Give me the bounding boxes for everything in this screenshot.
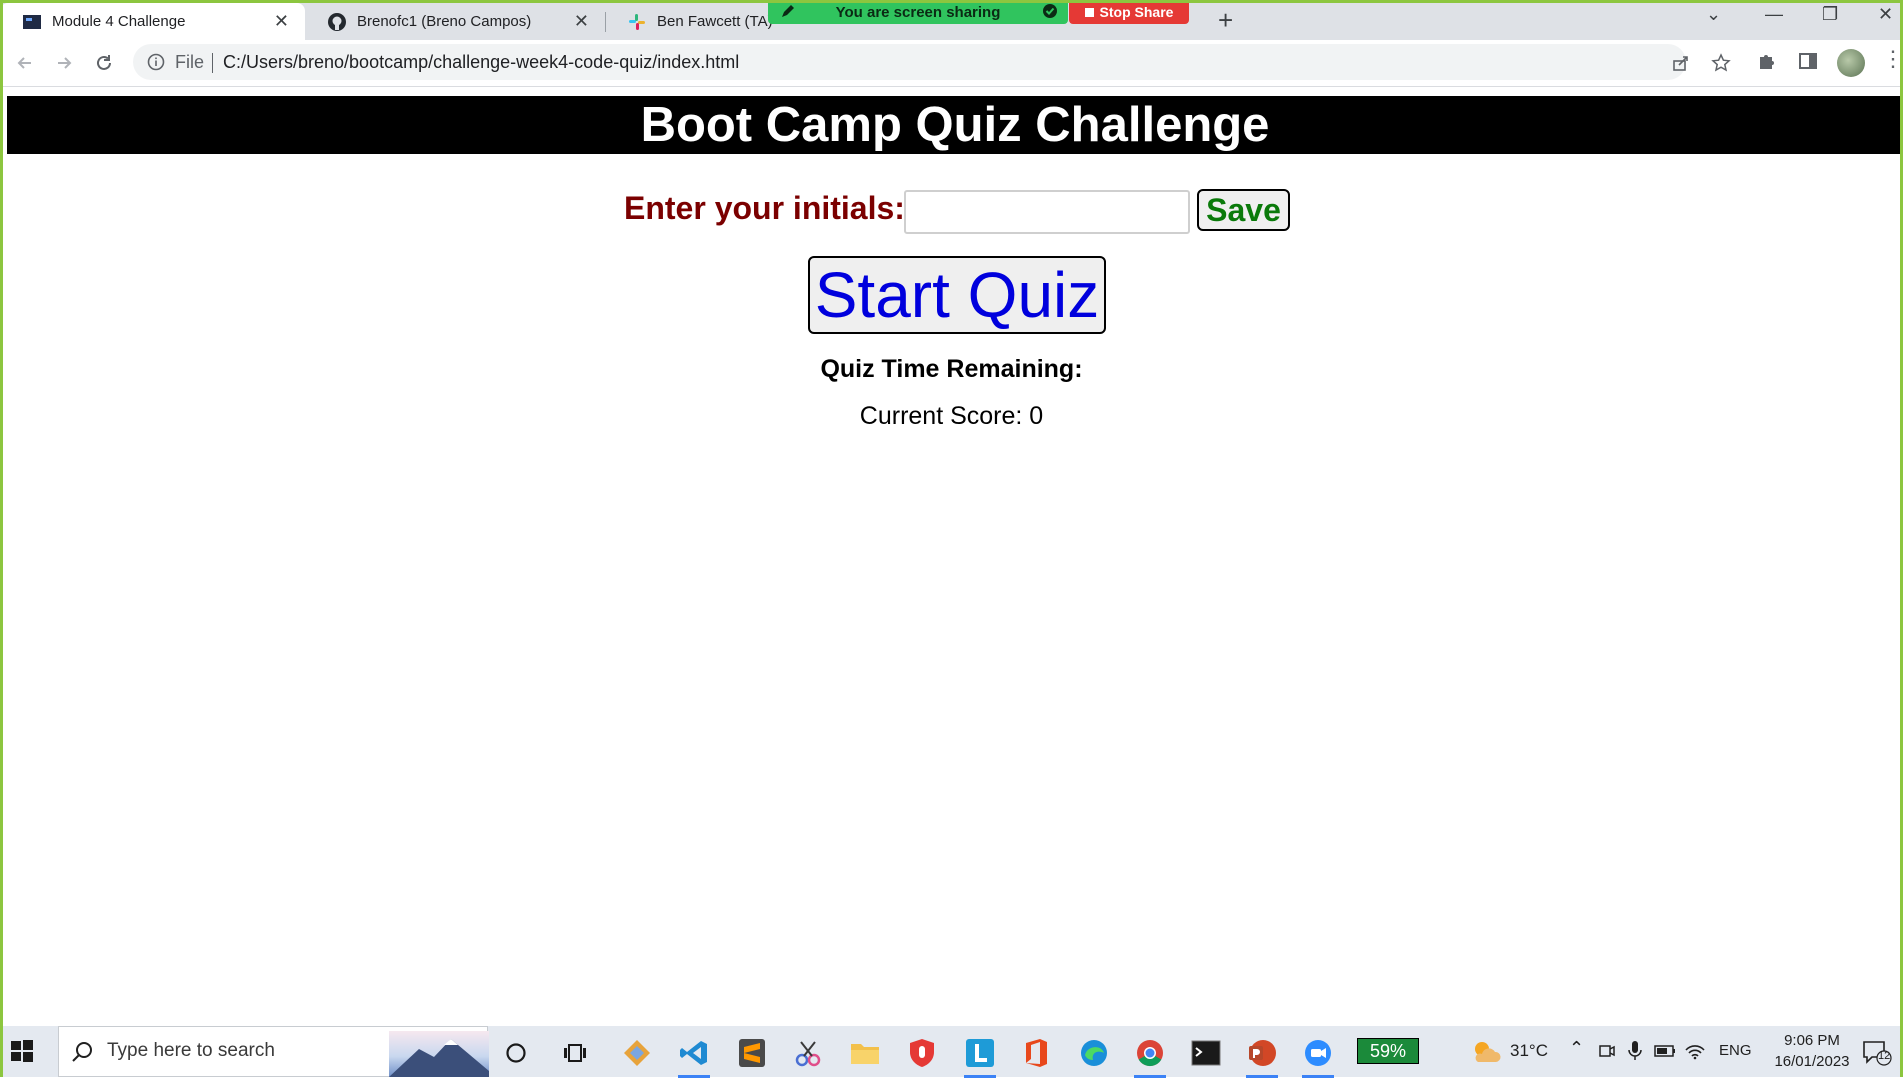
taskbar-clock[interactable]: 9:06 PM 16/01/2023 (1752, 1030, 1872, 1072)
minimize-icon[interactable]: — (1765, 4, 1783, 25)
tab-title: Ben Fawcett (TA) - (657, 13, 782, 30)
back-arrow-icon (17, 57, 31, 69)
search-icon (72, 1042, 92, 1062)
notification-count: 12 (1878, 1050, 1891, 1062)
battery-icon[interactable] (1654, 1043, 1676, 1059)
tab-github-brenofc1[interactable]: Brenofc1 (Breno Campos) ✕ (305, 3, 605, 40)
l-app-icon (966, 1039, 994, 1067)
browser-menu-icon[interactable]: ⋮ (1882, 46, 1903, 72)
weather-temperature[interactable]: 31°C (1510, 1041, 1548, 1061)
address-bar[interactable]: File C:/Users/breno/bootcamp/challenge-w… (133, 44, 1731, 80)
vscode-icon (680, 1041, 707, 1065)
screen-share-frame (0, 0, 1903, 1077)
search-highlight-image (389, 1031, 489, 1077)
forward-arrow-icon (58, 57, 72, 69)
clock-time: 9:06 PM (1784, 1032, 1840, 1049)
show-hidden-icons-chevron-icon[interactable]: ⌃ (1569, 1038, 1584, 1059)
restore-icon[interactable]: ❐ (1822, 4, 1838, 25)
bookmark-star-icon[interactable] (1711, 53, 1731, 73)
initials-form: Enter your initials: Save (0, 188, 1903, 236)
taskbar-app-sublime[interactable] (730, 1033, 774, 1073)
taskbar-app-zoom[interactable] (1296, 1033, 1340, 1078)
current-score: Current Score: 0 (859, 402, 1044, 430)
windows-taskbar: Type here to search 59% 31°C ⌃ ENG 9:06 … (0, 1026, 1903, 1078)
battery-percentage[interactable]: 59% (1357, 1038, 1419, 1064)
close-tab-icon[interactable]: ✕ (274, 12, 289, 30)
taskbar-app-file-explorer[interactable] (843, 1033, 887, 1073)
search-placeholder: Type here to search (107, 1040, 275, 1061)
close-tab-icon[interactable]: ✕ (574, 12, 589, 30)
reload-icon (97, 55, 111, 70)
start-quiz-button[interactable]: Start Quiz (808, 256, 1106, 334)
taskbar-app-brave[interactable] (900, 1033, 944, 1073)
taskbar-app-chrome[interactable] (1128, 1033, 1172, 1078)
screen-sharing-banner: You are screen sharing (768, 0, 1068, 24)
site-info-icon[interactable] (147, 53, 165, 71)
taskbar-app-powerpoint[interactable] (1240, 1033, 1284, 1078)
sublime-text-icon (739, 1039, 765, 1067)
taskbar-app-office[interactable] (1014, 1033, 1058, 1073)
taskbar-app-l[interactable] (958, 1033, 1002, 1078)
tab-module-4-challenge[interactable]: Module 4 Challenge ✕ (0, 3, 305, 40)
side-panel-icon[interactable] (1797, 50, 1819, 72)
chrome-icon (1137, 1040, 1163, 1067)
share-icon[interactable] (1671, 53, 1691, 73)
tab-title: Module 4 Challenge (52, 13, 186, 30)
browser-toolbar: File C:/Users/breno/bootcamp/challenge-w… (0, 40, 1903, 87)
edge-icon (1081, 1040, 1107, 1066)
zoom-icon (1305, 1040, 1331, 1066)
weather-cloud-icon[interactable] (1470, 1038, 1502, 1066)
clock-date: 16/01/2023 (1774, 1053, 1850, 1070)
initials-label: Enter your initials: (624, 190, 905, 226)
page-header: Boot Camp Quiz Challenge (7, 96, 1903, 154)
shield-app-icon (910, 1039, 934, 1067)
initials-input[interactable] (904, 190, 1190, 234)
snipping-tool-icon (795, 1041, 821, 1067)
diamond-app-icon (624, 1040, 650, 1066)
task-view-button[interactable] (553, 1033, 597, 1073)
taskbar-app-vscode[interactable] (672, 1033, 716, 1078)
page-title: Boot Camp Quiz Challenge (640, 98, 1270, 152)
github-icon (328, 12, 346, 31)
save-button[interactable]: Save (1197, 189, 1290, 231)
forward-button[interactable] (49, 48, 79, 78)
security-shield-icon (1043, 4, 1057, 18)
task-view-icon (564, 1044, 586, 1062)
screen-sharing-text: You are screen sharing (835, 3, 1001, 21)
tab-title: Brenofc1 (Breno Campos) (357, 13, 532, 30)
tab-search-chevron-icon[interactable]: ⌄ (1706, 4, 1721, 25)
windows-start-icon[interactable] (10, 1039, 34, 1063)
wifi-icon[interactable] (1684, 1040, 1706, 1060)
new-tab-button[interactable]: + (1218, 5, 1233, 36)
language-indicator[interactable]: ENG (1719, 1042, 1752, 1059)
taskbar-app-terminal[interactable] (1184, 1033, 1228, 1073)
quiz-time-remaining: Quiz Time Remaining: (820, 355, 1083, 383)
meet-now-icon[interactable] (1598, 1042, 1616, 1060)
annotate-pen-icon[interactable] (780, 3, 796, 19)
folder-icon (851, 1044, 879, 1064)
taskbar-app-edge[interactable] (1072, 1033, 1116, 1073)
reload-button[interactable] (89, 48, 119, 78)
powerpoint-icon (1249, 1040, 1276, 1066)
cortana-circle-icon (506, 1043, 526, 1063)
stop-share-button[interactable]: Stop Share (1069, 0, 1189, 24)
taskbar-app-git[interactable] (615, 1033, 659, 1073)
slack-icon (629, 13, 645, 30)
terminal-icon (1191, 1040, 1221, 1066)
stop-share-label: Stop Share (1099, 4, 1174, 20)
office-icon (1026, 1039, 1047, 1067)
stop-square-icon (1084, 7, 1094, 17)
site-favicon-icon (23, 14, 41, 29)
taskbar-app-snip[interactable] (786, 1033, 830, 1073)
close-window-icon[interactable]: ✕ (1878, 4, 1893, 25)
cortana-button[interactable] (494, 1033, 538, 1073)
address-scheme-label: File (175, 52, 205, 72)
microphone-icon[interactable] (1627, 1040, 1643, 1062)
address-url[interactable]: C:/Users/breno/bootcamp/challenge-week4-… (223, 52, 739, 73)
address-divider (212, 53, 213, 73)
extensions-puzzle-icon[interactable] (1756, 50, 1778, 72)
back-button[interactable] (10, 48, 40, 78)
profile-avatar[interactable] (1837, 49, 1865, 77)
taskbar-search-box[interactable]: Type here to search (58, 1026, 489, 1077)
